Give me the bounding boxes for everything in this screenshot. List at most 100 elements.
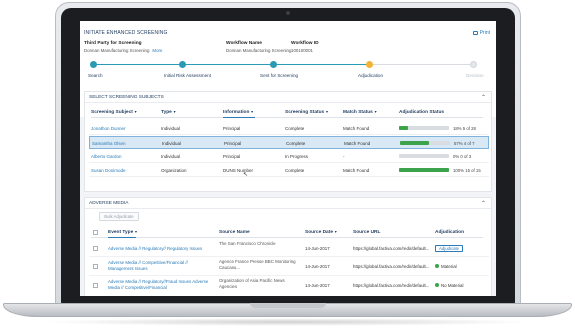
adjudication-progress [399,154,449,158]
source-url[interactable]: https://global.factiva.com/redir/default… [353,264,429,270]
adjudication-label: No Material [441,283,464,288]
media-row[interactable]: Adverse Media // Regulatory// Regulatory… [89,241,489,257]
progress-fill [399,168,449,172]
step-sent-label: Sent for Screening [260,73,299,78]
source-url[interactable]: https://global.factiva.com/redir/default… [353,246,429,252]
col-source-url[interactable]: Source URL [353,230,380,235]
progress-fill [399,126,408,130]
subject-row[interactable]: Alberto Gardon Individual Principal In P… [89,150,489,163]
subject-information: DUNS Number [223,168,254,173]
subjects-panel-header[interactable]: SELECT SCREENING SUBJECTS ⌃ [85,92,491,103]
adverse-media-header[interactable]: ADVERSE MEDIA ⌃ [85,198,491,209]
subject-name[interactable]: Samantha Olsen [92,141,126,146]
adjudication-progress [399,126,449,130]
source-name: Agence France Presse BBC Monitoring Cauc… [219,259,296,270]
col-adjudication[interactable]: Adjudication [435,230,464,235]
adjudication-progress [400,141,450,145]
source-date: 14-Jun-2017 [305,246,330,251]
media-row[interactable]: Adverse Media // Regulatory//Fraud Issue… [89,277,489,296]
col-match-status[interactable]: Match Status▼ [343,110,377,115]
sort-indicator [223,117,255,118]
workflow-id-value: 100100001 [291,48,313,53]
step-search-dot[interactable] [90,61,97,68]
laptop-shadow [40,318,535,326]
step-adjudication-label: Adjudication [358,73,384,78]
stepper-progress-line [94,64,370,65]
col-screening-status[interactable]: Screening Status▼ [285,110,329,115]
row-checkbox[interactable] [93,264,98,269]
header-divider [91,237,483,238]
subject-type: Organization [161,168,187,173]
subject-name[interactable]: Jonathon Dunner [91,126,126,131]
col-source-name[interactable]: Source Name [219,230,250,235]
col-event-type[interactable]: Event Type▼ [108,230,138,235]
print-icon [472,30,478,35]
screening-subjects-panel: SELECT SCREENING SUBJECTS ⌃ Screening Su… [84,91,492,192]
subject-row[interactable]: Susan Donimode Organization DUNS Number … [89,164,489,177]
print-label: Print [479,30,490,36]
step-decision-label: Decision [466,73,484,78]
sort-icon: ▼ [250,110,254,114]
third-party-name: Donnan Manufacturing Screening [84,48,150,53]
adjudicate-button[interactable]: Adjudicate [435,245,464,252]
media-row[interactable]: Adverse Media // Competitive/Financial /… [89,258,489,276]
sort-icon: ▼ [172,110,177,114]
subject-match: Match Found [344,141,371,146]
chevron-up-icon[interactable]: ⌃ [481,93,486,104]
progress-text: 0% 0 of 3 [453,154,472,159]
subject-status: Complete [285,168,305,173]
select-all-checkbox[interactable] [93,230,98,235]
workflow-id-field: Workflow ID 100100001 [291,41,319,53]
event-type[interactable]: Adverse Media // Competitive/Financial /… [108,260,214,271]
step-adjudication-dot[interactable] [366,61,373,68]
third-party-value: Donnan Manufacturing Screening More [84,48,162,53]
sort-indicator [108,237,136,238]
subject-name[interactable]: Susan Donimode [91,168,126,173]
col-source-date-label: Source Date [305,230,333,235]
col-screening-status-label: Screening Status [285,110,325,115]
col-type-label: Type [161,110,172,115]
subject-information: Principal [223,126,241,131]
workflow-name-field: Workflow Name Donnan Manufacturing Scree… [226,41,291,53]
more-link[interactable]: More [152,48,162,53]
col-source-url-label: Source URL [353,230,381,235]
print-button[interactable]: Print [472,30,490,36]
event-type[interactable]: Adverse Media // Regulatory//Fraud Issue… [108,279,214,290]
step-initial-risk-dot[interactable] [179,61,186,68]
progress-text: 18% 5 of 28 [453,126,476,131]
adverse-media-title: ADVERSE MEDIA [89,201,129,206]
col-information[interactable]: Information▼ [223,110,254,115]
bulk-adjudicate-button[interactable]: Bulk Adjudicate [99,212,139,221]
adverse-media-panel: ADVERSE MEDIA ⌃ Bulk Adjudicate Event Ty… [84,197,492,296]
source-url[interactable]: https://global.factiva.com/redir/default… [353,283,429,289]
row-checkbox[interactable] [93,246,98,251]
step-sent-dot[interactable] [270,61,277,68]
adjudication-progress [399,168,449,172]
chevron-up-icon[interactable]: ⌃ [481,199,486,210]
third-party-label: Third Party for Screening [84,41,142,46]
step-decision-dot [470,61,477,68]
header-divider [91,117,483,118]
col-adjudication-status-label: Adjudication Status [399,110,445,115]
sort-icon: ▼ [373,110,378,114]
step-search-label: Search [88,73,103,78]
col-match-status-label: Match Status [343,110,373,115]
adjudication-label: Material [441,264,457,269]
col-source-date[interactable]: Source Date▼ [305,230,337,235]
source-date: 14-Jun-2017 [305,283,330,288]
subject-row-selected[interactable]: Samantha Olsen Individual Principal Comp… [89,136,489,149]
subject-match: Match Found [343,126,370,131]
source-name: The San Francisco Chronicle [219,241,276,246]
subject-row[interactable]: Jonathon Dunner Individual Principal Com… [89,122,489,135]
col-adjudication-status[interactable]: Adjudication Status [399,110,444,115]
event-type[interactable]: Adverse Media // Regulatory// Regulatory… [108,246,214,252]
subject-name[interactable]: Alberto Gardon [91,154,122,159]
col-screening-subject-label: Screening Subject [91,110,133,115]
row-checkbox[interactable] [93,283,98,288]
adjudication-status: No Material [435,283,463,289]
col-source-name-label: Source Name [219,230,250,235]
col-type[interactable]: Type▼ [161,110,176,115]
col-screening-subject[interactable]: Screening Subject▼ [91,110,137,115]
subject-status: Complete [286,141,306,146]
subject-status: Complete [285,126,305,131]
